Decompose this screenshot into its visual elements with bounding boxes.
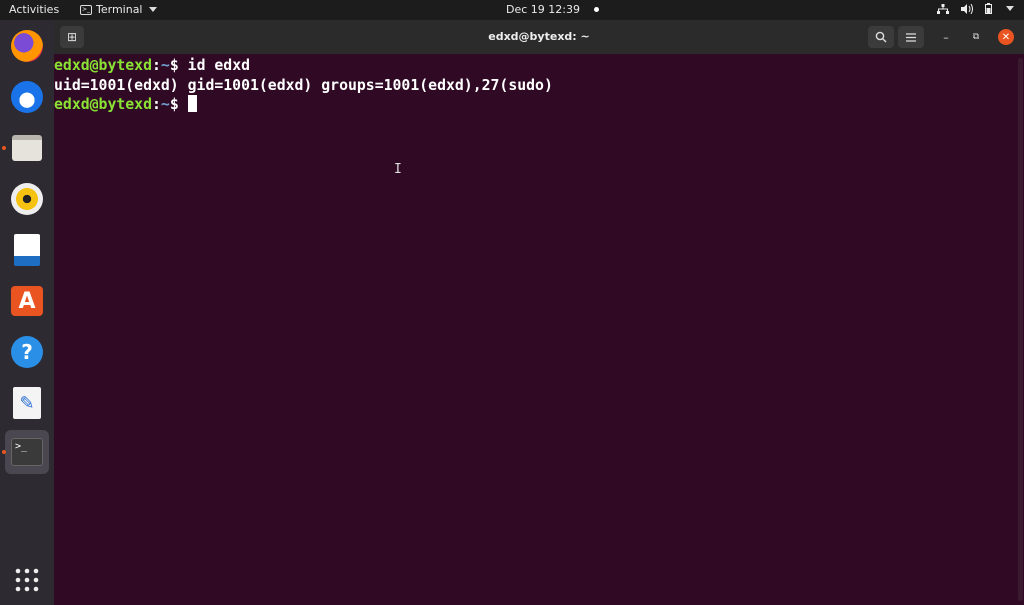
writer-icon	[14, 234, 40, 266]
close-icon: ✕	[1001, 31, 1011, 43]
app-menu[interactable]: >_ Terminal	[80, 3, 157, 16]
firefox-icon	[11, 30, 43, 62]
scrollbar[interactable]	[1018, 58, 1023, 601]
files-icon	[12, 135, 42, 161]
prompt-path: ~	[160, 57, 170, 74]
text-editor-icon: ✎	[13, 387, 41, 419]
notification-dot-icon	[593, 7, 599, 12]
prompt-symbol: $	[169, 57, 188, 74]
dock-item-software[interactable]: A	[5, 279, 49, 323]
prompt-separator: :	[152, 96, 161, 113]
dock-item-thunderbird[interactable]	[5, 75, 49, 119]
terminal-icon: >_	[11, 438, 43, 466]
activities-button[interactable]: Activities	[9, 3, 59, 16]
clock-label: Dec 19 12:39	[506, 3, 580, 16]
terminal-line: edxd@bytexd:~$	[54, 95, 1016, 115]
terminal-line: edxd@bytexd:~$ id edxd	[54, 56, 1016, 76]
dock-item-terminal[interactable]: >_	[2, 430, 49, 474]
dock-item-rhythmbox[interactable]	[5, 177, 49, 221]
volume-icon	[961, 3, 973, 14]
rhythmbox-icon	[11, 183, 43, 215]
minimize-button[interactable]: –	[938, 29, 954, 45]
terminal-small-icon: >_	[80, 4, 92, 15]
terminal-window: ⊞ edxd@bytexd: ~ – ⧉ ✕ edxd@bytexd:~$ id…	[54, 20, 1024, 605]
chevron-down-icon	[148, 7, 157, 12]
show-applications-button[interactable]	[15, 568, 39, 596]
menu-button[interactable]	[898, 26, 924, 48]
prompt-path: ~	[160, 96, 170, 113]
command-text: id edxd	[187, 57, 251, 74]
running-indicator	[2, 146, 6, 150]
prompt-user: edxd@bytexd	[54, 57, 152, 74]
running-indicator	[2, 450, 6, 454]
command-output: uid=1001(edxd) gid=1001(edxd) groups=100…	[54, 76, 553, 94]
text-cursor	[187, 95, 197, 112]
hamburger-icon	[906, 32, 916, 42]
dock-item-help[interactable]: ?	[5, 330, 49, 374]
search-icon	[875, 31, 887, 43]
terminal-line: uid=1001(edxd) gid=1001(edxd) groups=100…	[54, 76, 1016, 96]
network-icon	[937, 3, 949, 14]
battery-icon	[985, 3, 992, 14]
minimize-icon: –	[943, 30, 949, 44]
system-tray[interactable]	[937, 3, 1014, 14]
thunderbird-icon	[11, 81, 43, 113]
top-bar: Activities >_ Terminal Dec 19 12:39	[0, 0, 1024, 20]
help-icon: ?	[11, 336, 43, 368]
ibeam-cursor-icon: I	[394, 162, 402, 177]
app-menu-label: Terminal	[96, 3, 143, 16]
title-bar[interactable]: ⊞ edxd@bytexd: ~ – ⧉ ✕	[54, 20, 1024, 54]
prompt-symbol: $	[169, 96, 188, 113]
search-button[interactable]	[868, 26, 894, 48]
dock-item-files[interactable]	[2, 126, 49, 170]
dock-item-writer[interactable]	[5, 228, 49, 272]
close-button[interactable]: ✕	[998, 29, 1014, 45]
prompt-user: edxd@bytexd	[54, 96, 152, 113]
clock[interactable]: Dec 19 12:39	[506, 3, 599, 16]
system-menu-chevron-icon	[1006, 6, 1014, 11]
software-icon: A	[11, 286, 43, 316]
restore-icon: ⧉	[972, 32, 980, 42]
prompt-separator: :	[152, 57, 161, 74]
terminal-content[interactable]: edxd@bytexd:~$ id edxd uid=1001(edxd) gi…	[54, 54, 1016, 605]
grid-icon	[15, 568, 39, 592]
dock-item-text-editor[interactable]: ✎	[5, 381, 49, 425]
maximize-button[interactable]: ⧉	[968, 29, 984, 45]
dock: A ? ✎ >_	[0, 20, 54, 605]
dock-item-firefox[interactable]	[5, 24, 49, 68]
